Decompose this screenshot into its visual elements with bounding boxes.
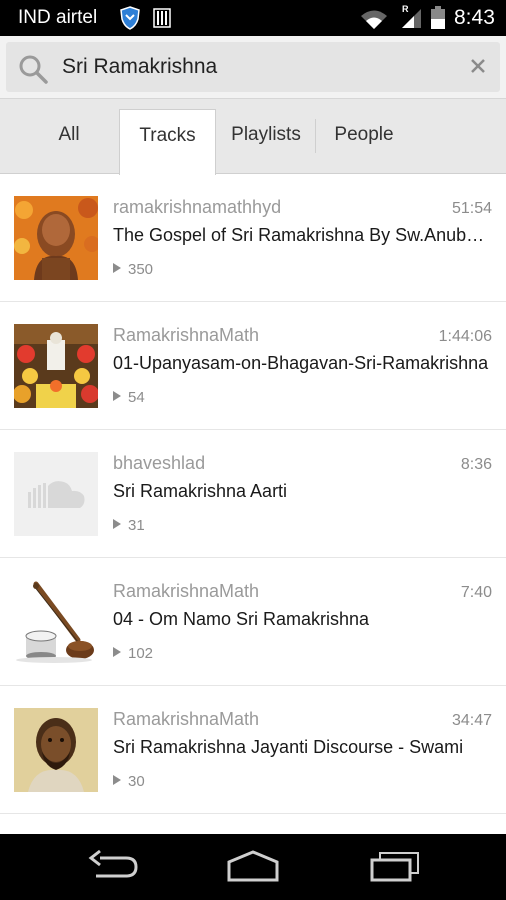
track-title[interactable]: Sri Ramakrishna Aarti [113,481,491,502]
play-count-icon [113,647,121,657]
search-bar [0,36,506,98]
status-bar: IND airtel R 8:43 [0,0,506,36]
track-duration: 51:54 [451,200,492,217]
track-play-count: 350 [113,261,153,278]
tab-people[interactable]: People [318,99,410,175]
play-count-icon [113,391,121,401]
search-box[interactable] [6,42,500,92]
track-artwork-placeholder [14,452,98,536]
play-count-icon [113,519,121,529]
track-title[interactable]: 01-Upanyasam-on-Bhagavan-Sri-Ramakrishna [113,353,491,374]
carrier-name: IND airtel [18,7,98,28]
track-uploader[interactable]: ramakrishnamathhyd [113,197,281,218]
tab-all[interactable]: All [20,99,118,175]
tab-tracks[interactable]: Tracks [119,109,216,175]
track-play-count: 54 [113,389,145,406]
tab-playlists[interactable]: Playlists [218,99,314,175]
search-icon [19,55,48,84]
track-duration: 7:40 [460,584,492,601]
track-uploader[interactable]: bhaveshlad [113,453,205,474]
home-icon[interactable] [225,848,281,884]
track-row[interactable]: RamakrishnaMath 34:47 Sri Ramakrishna Ja… [0,686,506,814]
track-artwork-altar [14,324,98,408]
battery-icon [431,6,445,29]
track-row[interactable]: RamakrishnaMath 7:40 04 - Om Namo Sri Ra… [0,558,506,686]
search-tabs: All Tracks Playlists People [0,98,506,175]
track-duration: 34:47 [451,712,492,729]
play-count-icon [113,263,121,273]
storage-icon [153,8,171,28]
play-count-value: 30 [128,773,145,790]
search-input[interactable] [62,52,452,82]
tab-divider [315,119,316,153]
navigation-bar [0,834,506,900]
track-duration: 1:44:06 [438,328,492,345]
track-row[interactable]: RamakrishnaMath 1:44:06 01-Upanyasam-on-… [0,302,506,430]
track-duration: 8:36 [460,456,492,473]
track-artwork-instruments [14,580,98,664]
signal-icon [402,9,421,28]
track-uploader[interactable]: RamakrishnaMath [113,325,259,346]
track-play-count: 102 [113,645,153,662]
track-uploader[interactable]: RamakrishnaMath [113,709,259,730]
track-artwork-bust [14,196,98,280]
clock: 8:43 [454,6,495,29]
clear-search-icon[interactable] [468,56,488,76]
track-row[interactable]: ramakrishnamathhyd 51:54 The Gospel of S… [0,174,506,302]
track-row[interactable]: bhaveshlad 8:36 Sri Ramakrishna Aarti 31 [0,430,506,558]
play-count-value: 350 [128,261,154,278]
play-count-icon [113,775,121,785]
play-count-value: 54 [128,389,145,406]
track-uploader[interactable]: RamakrishnaMath [113,581,259,602]
wifi-icon [361,10,387,29]
track-play-count: 31 [113,517,145,534]
play-count-value: 31 [128,517,145,534]
track-artwork-portrait [14,708,98,792]
track-title[interactable]: Sri Ramakrishna Jayanti Discourse - Swam… [113,737,491,758]
track-play-count: 30 [113,773,145,790]
back-icon[interactable] [86,848,140,884]
recents-icon[interactable] [368,848,422,884]
shield-icon [120,6,140,30]
track-title[interactable]: 04 - Om Namo Sri Ramakrishna [113,609,491,630]
track-title[interactable]: The Gospel of Sri Ramakrishna By Sw.Anub… [113,225,491,246]
play-count-value: 102 [128,645,154,662]
